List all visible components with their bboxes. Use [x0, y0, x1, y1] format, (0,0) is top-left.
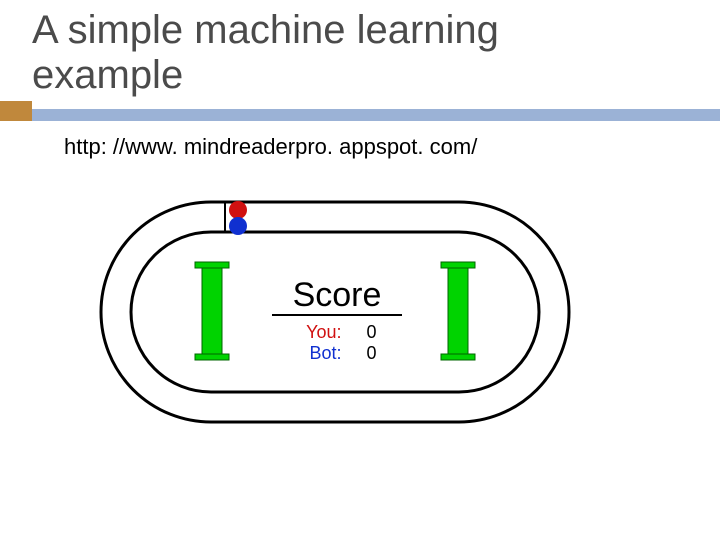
- slide-title-line1: A simple machine learning: [32, 8, 499, 52]
- score-panel: Score You: 0 Bot: 0: [272, 278, 402, 364]
- slide-title-line2: example: [32, 53, 183, 97]
- score-heading: Score: [272, 278, 402, 312]
- score-row-bot: Bot: 0: [272, 343, 402, 364]
- pillar-left: [195, 262, 229, 360]
- score-row-you: You: 0: [272, 322, 402, 343]
- score-bot-value: 0: [347, 343, 377, 364]
- score-bot-label: Bot:: [297, 343, 341, 364]
- slide-title: A simple machine learning example: [32, 8, 499, 98]
- slide: A simple machine learning example http: …: [0, 0, 720, 540]
- score-you-label: You:: [297, 322, 341, 343]
- title-accent-chip: [0, 101, 32, 121]
- marker-bot: [229, 217, 247, 235]
- score-divider: [272, 314, 402, 316]
- pillar-right: [441, 262, 475, 360]
- score-you-value: 0: [347, 322, 377, 343]
- title-underline-bar: [0, 109, 720, 121]
- url-text: http: //www. mindreaderpro. appspot. com…: [64, 134, 477, 160]
- marker-you: [229, 201, 247, 219]
